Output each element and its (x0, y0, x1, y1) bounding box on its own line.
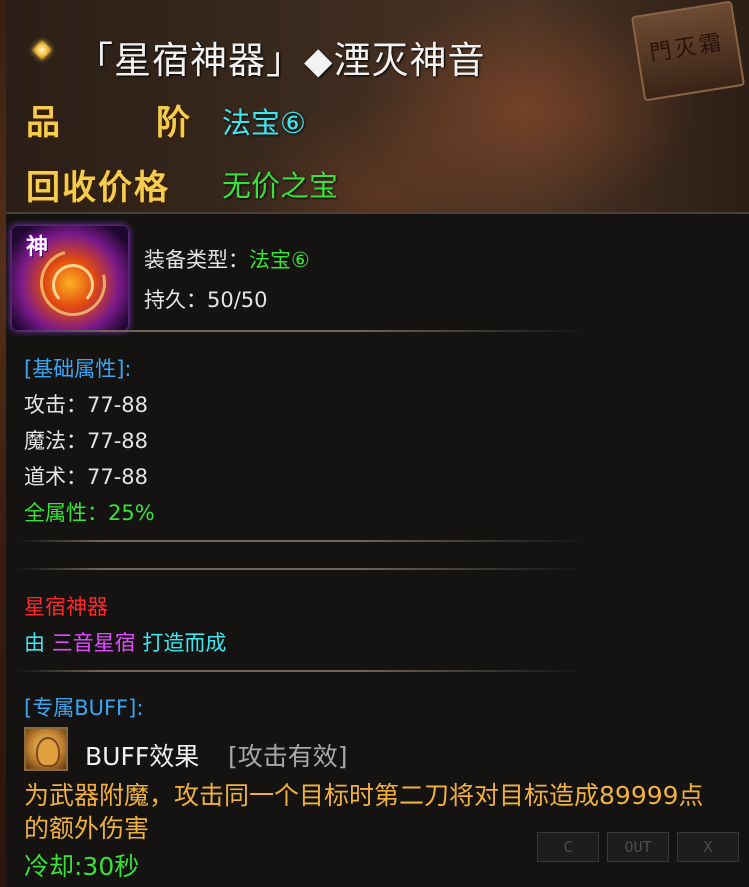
divider (16, 568, 586, 570)
diamond-bullet-icon (32, 40, 54, 62)
craft-suffix: 打造而成 (135, 631, 227, 655)
quality-value: 法宝⑥ (222, 106, 306, 140)
all-attr: 全属性：25% (24, 501, 155, 525)
equip-type-value: 法宝⑥ (249, 248, 310, 272)
magic-attr: 魔法：77-88 (24, 429, 149, 453)
item-title: 「星宿神器」◆湮灭神音 (76, 39, 486, 82)
divine-badge: 神 (26, 235, 49, 260)
price-value: 无价之宝 (222, 169, 339, 203)
durability-line: 持久：50/50 (144, 284, 268, 314)
base-attrs-header: [基础属性]: (24, 357, 132, 381)
divider (16, 330, 586, 332)
buff-icon (24, 727, 68, 771)
buff-header: [专属BUFF]: (24, 696, 144, 720)
set-name: 星宿神器 (24, 595, 108, 619)
buff-condition: [攻击有效] (228, 742, 348, 771)
durability-value: 50/50 (207, 288, 268, 312)
price-label: 回收价格 (26, 168, 170, 208)
divider (16, 670, 586, 672)
buff-description-line-2: 的额外伤害 (24, 814, 150, 843)
icon-swirl-inner (52, 264, 94, 306)
quality-label-char-2: 阶 (156, 103, 192, 143)
craft-prefix: 由 (24, 631, 52, 655)
item-icon: 神 (12, 226, 128, 330)
item-tooltip: 門灭霜 「星宿神器」◆湮灭神音 品 阶 法宝⑥ 回收价格 无价之宝 神 装备类型… (0, 0, 749, 887)
equip-type-label: 装备类型： (144, 248, 249, 272)
craft-line: 由 三音星宿 打造而成 (24, 627, 226, 657)
buff-name: BUFF效果 (85, 742, 200, 771)
durability-label: 持久： (144, 288, 207, 312)
attack-attr: 攻击：77-88 (24, 393, 149, 417)
buff-cooldown: 冷却:30秒 (24, 852, 140, 881)
equip-type-line: 装备类型：法宝⑥ (144, 244, 310, 274)
buff-description: 为武器附魔，攻击同一个目标时第二刀将对目标造成89999点 的额外伤害 (24, 779, 749, 845)
quality-label-char-1: 品 (26, 103, 62, 143)
taoism-attr: 道术：77-88 (24, 465, 149, 489)
divider (16, 540, 586, 542)
buff-description-line-1: 为武器附魔，攻击同一个目标时第二刀将对目标造成89999点 (24, 781, 704, 810)
craft-source: 三音星宿 (51, 631, 136, 655)
